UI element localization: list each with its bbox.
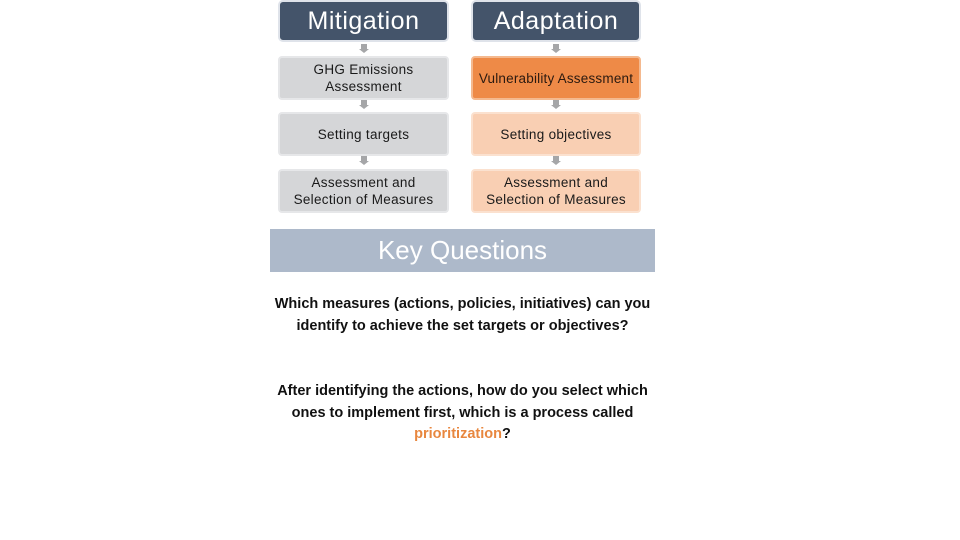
- adaptation-step-label: Vulnerability Assessment: [478, 70, 634, 86]
- adaptation-step-setting-objectives: Setting objectives: [471, 112, 641, 156]
- adaptation-step-label: Setting objectives: [500, 126, 612, 142]
- mitigation-header-label: Mitigation: [307, 6, 420, 35]
- mitigation-step-label: GHG Emissions Assessment: [313, 62, 414, 94]
- mitigation-step-assessment-selection: Assessment and Selection of Measures: [278, 169, 449, 213]
- mitigation-step-label: Assessment and Selection of Measures: [293, 175, 434, 207]
- mitigation-step-setting-targets: Setting targets: [278, 112, 449, 156]
- key-question-2: After identifying the actions, how do yo…: [277, 383, 648, 442]
- adaptation-step-vulnerability-assessment: Vulnerability Assessment: [471, 56, 641, 100]
- prioritization-highlight: prioritization: [414, 426, 502, 442]
- key-questions-title: Key Questions: [377, 235, 548, 265]
- mitigation-step-label: Setting targets: [317, 126, 410, 142]
- adaptation-header-label: Adaptation: [493, 6, 619, 35]
- key-questions-banner: Key Questions: [270, 229, 655, 272]
- mitigation-step-ghg-assessment: GHG Emissions Assessment: [278, 56, 449, 100]
- adaptation-step-assessment-selection: Assessment and Selection of Measures: [471, 169, 641, 213]
- mitigation-header: Mitigation: [278, 0, 449, 42]
- adaptation-step-label: Assessment and Selection of Measures: [486, 175, 626, 207]
- key-question-1: Which measures (actions, policies, initi…: [274, 296, 651, 334]
- adaptation-header: Adaptation: [471, 0, 641, 42]
